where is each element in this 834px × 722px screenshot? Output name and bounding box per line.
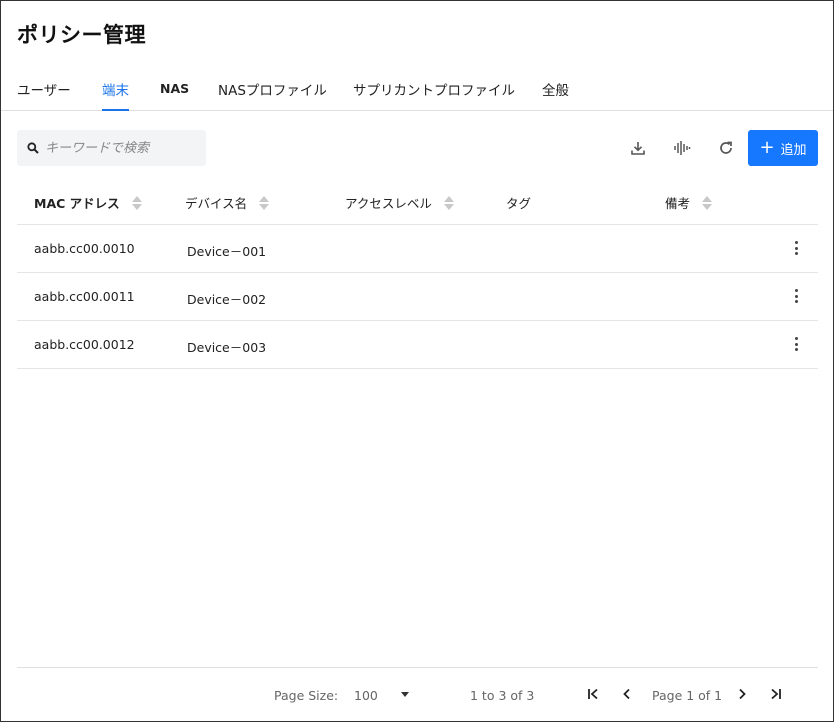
add-button-label: 追加 [780,142,807,158]
cell-device-name: Device－003 [187,340,267,355]
sort-icon[interactable] [702,195,713,211]
sort-icon[interactable] [443,195,454,211]
tab-nas-profile[interactable]: NASプロファイル [218,79,327,111]
tab-nas[interactable]: NAS [160,81,189,113]
cell-mac: aabb.cc00.0011 [34,289,135,304]
last-page-icon[interactable] [766,684,786,704]
column-header-note[interactable]: 備考 [665,193,713,212]
column-header-device-name[interactable]: デバイス名 [185,193,270,212]
search-input[interactable] [45,140,195,156]
tab-supplicant-profile[interactable]: サプリカントプロファイル [353,79,515,111]
sort-icon[interactable] [259,195,270,211]
column-header-tag: タグ [506,193,531,212]
cell-mac: aabb.cc00.0010 [34,241,135,256]
download-icon[interactable] [626,136,650,160]
page-size-select[interactable]: 100 [354,688,378,703]
cell-device-name: Device－002 [187,292,267,307]
previous-page-icon[interactable] [617,684,637,704]
search-icon [27,139,39,158]
row-range-text: 1 to 3 of 3 [470,688,535,703]
page-title: ポリシー管理 [17,23,146,47]
tab-devices[interactable]: 端末 [102,79,129,111]
app-window: ポリシー管理 ユーザー 端末 NAS NASプロファイル サプリカントプロファイ… [0,0,834,722]
plus-icon: + [759,137,775,158]
more-vert-icon[interactable] [792,335,800,353]
table-row[interactable]: aabb.cc00.0012 Device－003 [17,321,818,369]
sort-icon[interactable] [131,195,142,211]
page-indicator: Page 1 of 1 [652,688,723,703]
first-page-icon[interactable] [583,684,603,704]
page-size-label: Page Size: [274,688,339,703]
more-vert-icon[interactable] [792,287,800,305]
tab-general[interactable]: 全般 [542,79,569,111]
refresh-icon[interactable] [714,136,738,160]
column-label: デバイス名 [185,196,248,211]
table-row[interactable]: aabb.cc00.0011 Device－002 [17,273,818,321]
table-row[interactable]: aabb.cc00.0010 Device－001 [17,225,818,273]
column-label: タグ [506,196,532,211]
add-button[interactable]: + 追加 [748,130,818,166]
tab-users[interactable]: ユーザー [17,79,71,111]
column-label: 備考 [665,196,691,211]
pagination-bar: Page Size: 100 1 to 3 of 3 Page 1 of 1 [17,667,818,722]
next-page-icon[interactable] [732,684,752,704]
column-label: MAC アドレス [34,196,120,211]
chevron-down-icon[interactable] [401,692,409,697]
search-box[interactable] [17,130,206,166]
cell-mac: aabb.cc00.0012 [34,337,135,352]
table-header: MAC アドレス デバイス名 アクセスレベル タグ 備考 [17,177,818,225]
column-header-access-level[interactable]: アクセスレベル [345,193,454,212]
waveform-icon[interactable] [670,136,694,160]
column-label: アクセスレベル [345,196,432,211]
tab-bar: ユーザー 端末 NAS NASプロファイル サプリカントプロファイル 全般 [1,67,833,111]
cell-device-name: Device－001 [187,244,267,259]
more-vert-icon[interactable] [792,239,800,257]
column-header-mac[interactable]: MAC アドレス [34,193,142,212]
